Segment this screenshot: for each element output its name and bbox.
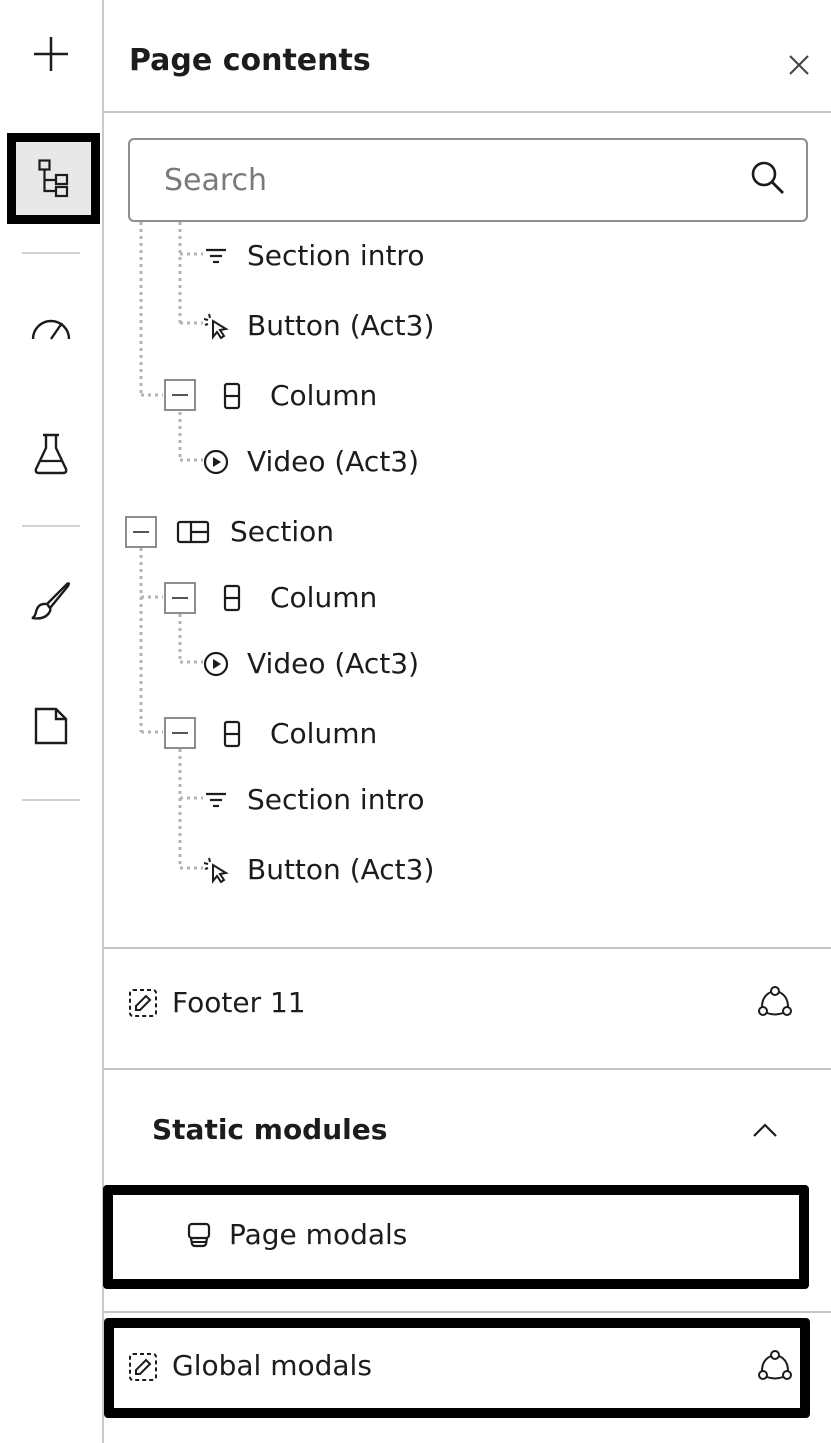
gauge-icon [31, 319, 71, 340]
play-circle-icon [203, 449, 229, 475]
page-settings-rail-button[interactable] [17, 692, 85, 760]
column-icon [223, 382, 241, 410]
collapse-toggle[interactable] [164, 582, 196, 614]
paintbrush-icon [31, 582, 70, 620]
collapse-toggle[interactable] [164, 717, 196, 749]
global-modals-label: Global modals [172, 1349, 372, 1382]
footer-module-label: Footer 11 [172, 986, 306, 1019]
column-icon [223, 720, 241, 748]
rail-divider [22, 525, 80, 527]
rail-divider [22, 799, 80, 801]
tree-item-column[interactable]: Column [222, 374, 377, 418]
share-nodes-icon[interactable] [758, 985, 792, 1017]
flask-icon [34, 433, 68, 475]
design-rail-button[interactable] [17, 566, 85, 634]
text-align-icon [206, 248, 226, 264]
tree-item-label: Section intro [247, 239, 425, 272]
cursor-click-icon [203, 313, 229, 340]
tree-item-label: Button (Act3) [247, 309, 435, 342]
tree-item-video[interactable]: Video (Act3) [203, 642, 419, 686]
tree-divider [104, 947, 831, 949]
page-modals-label: Page modals [229, 1218, 408, 1251]
add-button[interactable] [17, 20, 85, 88]
page-contents-rail-button[interactable] [7, 133, 100, 224]
tree-item-column[interactable]: Column [222, 576, 377, 620]
header-divider [104, 111, 831, 113]
global-modals-row[interactable]: Global modals [104, 1318, 810, 1418]
performance-rail-button[interactable] [17, 294, 85, 362]
tree-item-section-intro[interactable]: Section intro [203, 234, 424, 278]
page-icon [34, 707, 68, 745]
collapse-toggle[interactable] [125, 516, 157, 548]
footer-module-row[interactable]: Footer 11 [104, 950, 831, 1067]
play-circle-icon [203, 651, 229, 677]
tree-item-button[interactable]: Button (Act3) [203, 848, 434, 892]
tree-item-column[interactable]: Column [222, 712, 377, 756]
section-layout-icon [176, 520, 210, 544]
global-module-icon [129, 1353, 157, 1381]
close-button[interactable] [780, 46, 818, 84]
chevron-up-icon [753, 1123, 777, 1137]
tree-item-section-intro[interactable]: Section intro [203, 778, 424, 822]
collapse-toggle[interactable] [164, 379, 196, 411]
static-modules-title: Static modules [152, 1113, 388, 1146]
static-modules-divider [104, 1311, 831, 1313]
tree-item-label: Video (Act3) [247, 647, 420, 680]
tree-item-button[interactable]: Button (Act3) [203, 304, 434, 348]
column-icon [223, 584, 241, 612]
panel-title: Page contents [129, 43, 371, 78]
text-align-icon [206, 792, 226, 808]
search-icon [751, 161, 784, 194]
modal-icon [187, 1222, 211, 1248]
page-modals-item[interactable]: Page modals [103, 1185, 809, 1289]
tree-item-label: Column [270, 581, 378, 614]
tree-item-label: Video (Act3) [247, 445, 420, 478]
share-nodes-icon[interactable] [758, 1349, 792, 1381]
search-field[interactable] [128, 138, 808, 222]
cursor-click-icon [203, 857, 229, 884]
tree-item-label: Section [230, 515, 335, 548]
tree-item-label: Column [270, 379, 378, 412]
rail-divider [22, 252, 80, 254]
global-module-icon [129, 989, 157, 1017]
search-button[interactable] [750, 160, 790, 200]
tree-item-video[interactable]: Video (Act3) [203, 440, 419, 484]
tree-item-section[interactable]: Section [176, 510, 334, 554]
static-modules-header[interactable]: Static modules [104, 1070, 831, 1190]
close-icon [789, 55, 809, 75]
search-input[interactable] [164, 156, 724, 204]
tree-item-label: Section intro [247, 783, 425, 816]
tree-item-label: Column [270, 717, 378, 750]
plus-icon [34, 37, 68, 71]
tree-item-label: Button (Act3) [247, 853, 435, 886]
tree-structure-icon [37, 158, 68, 197]
test-rail-button[interactable] [17, 420, 85, 488]
